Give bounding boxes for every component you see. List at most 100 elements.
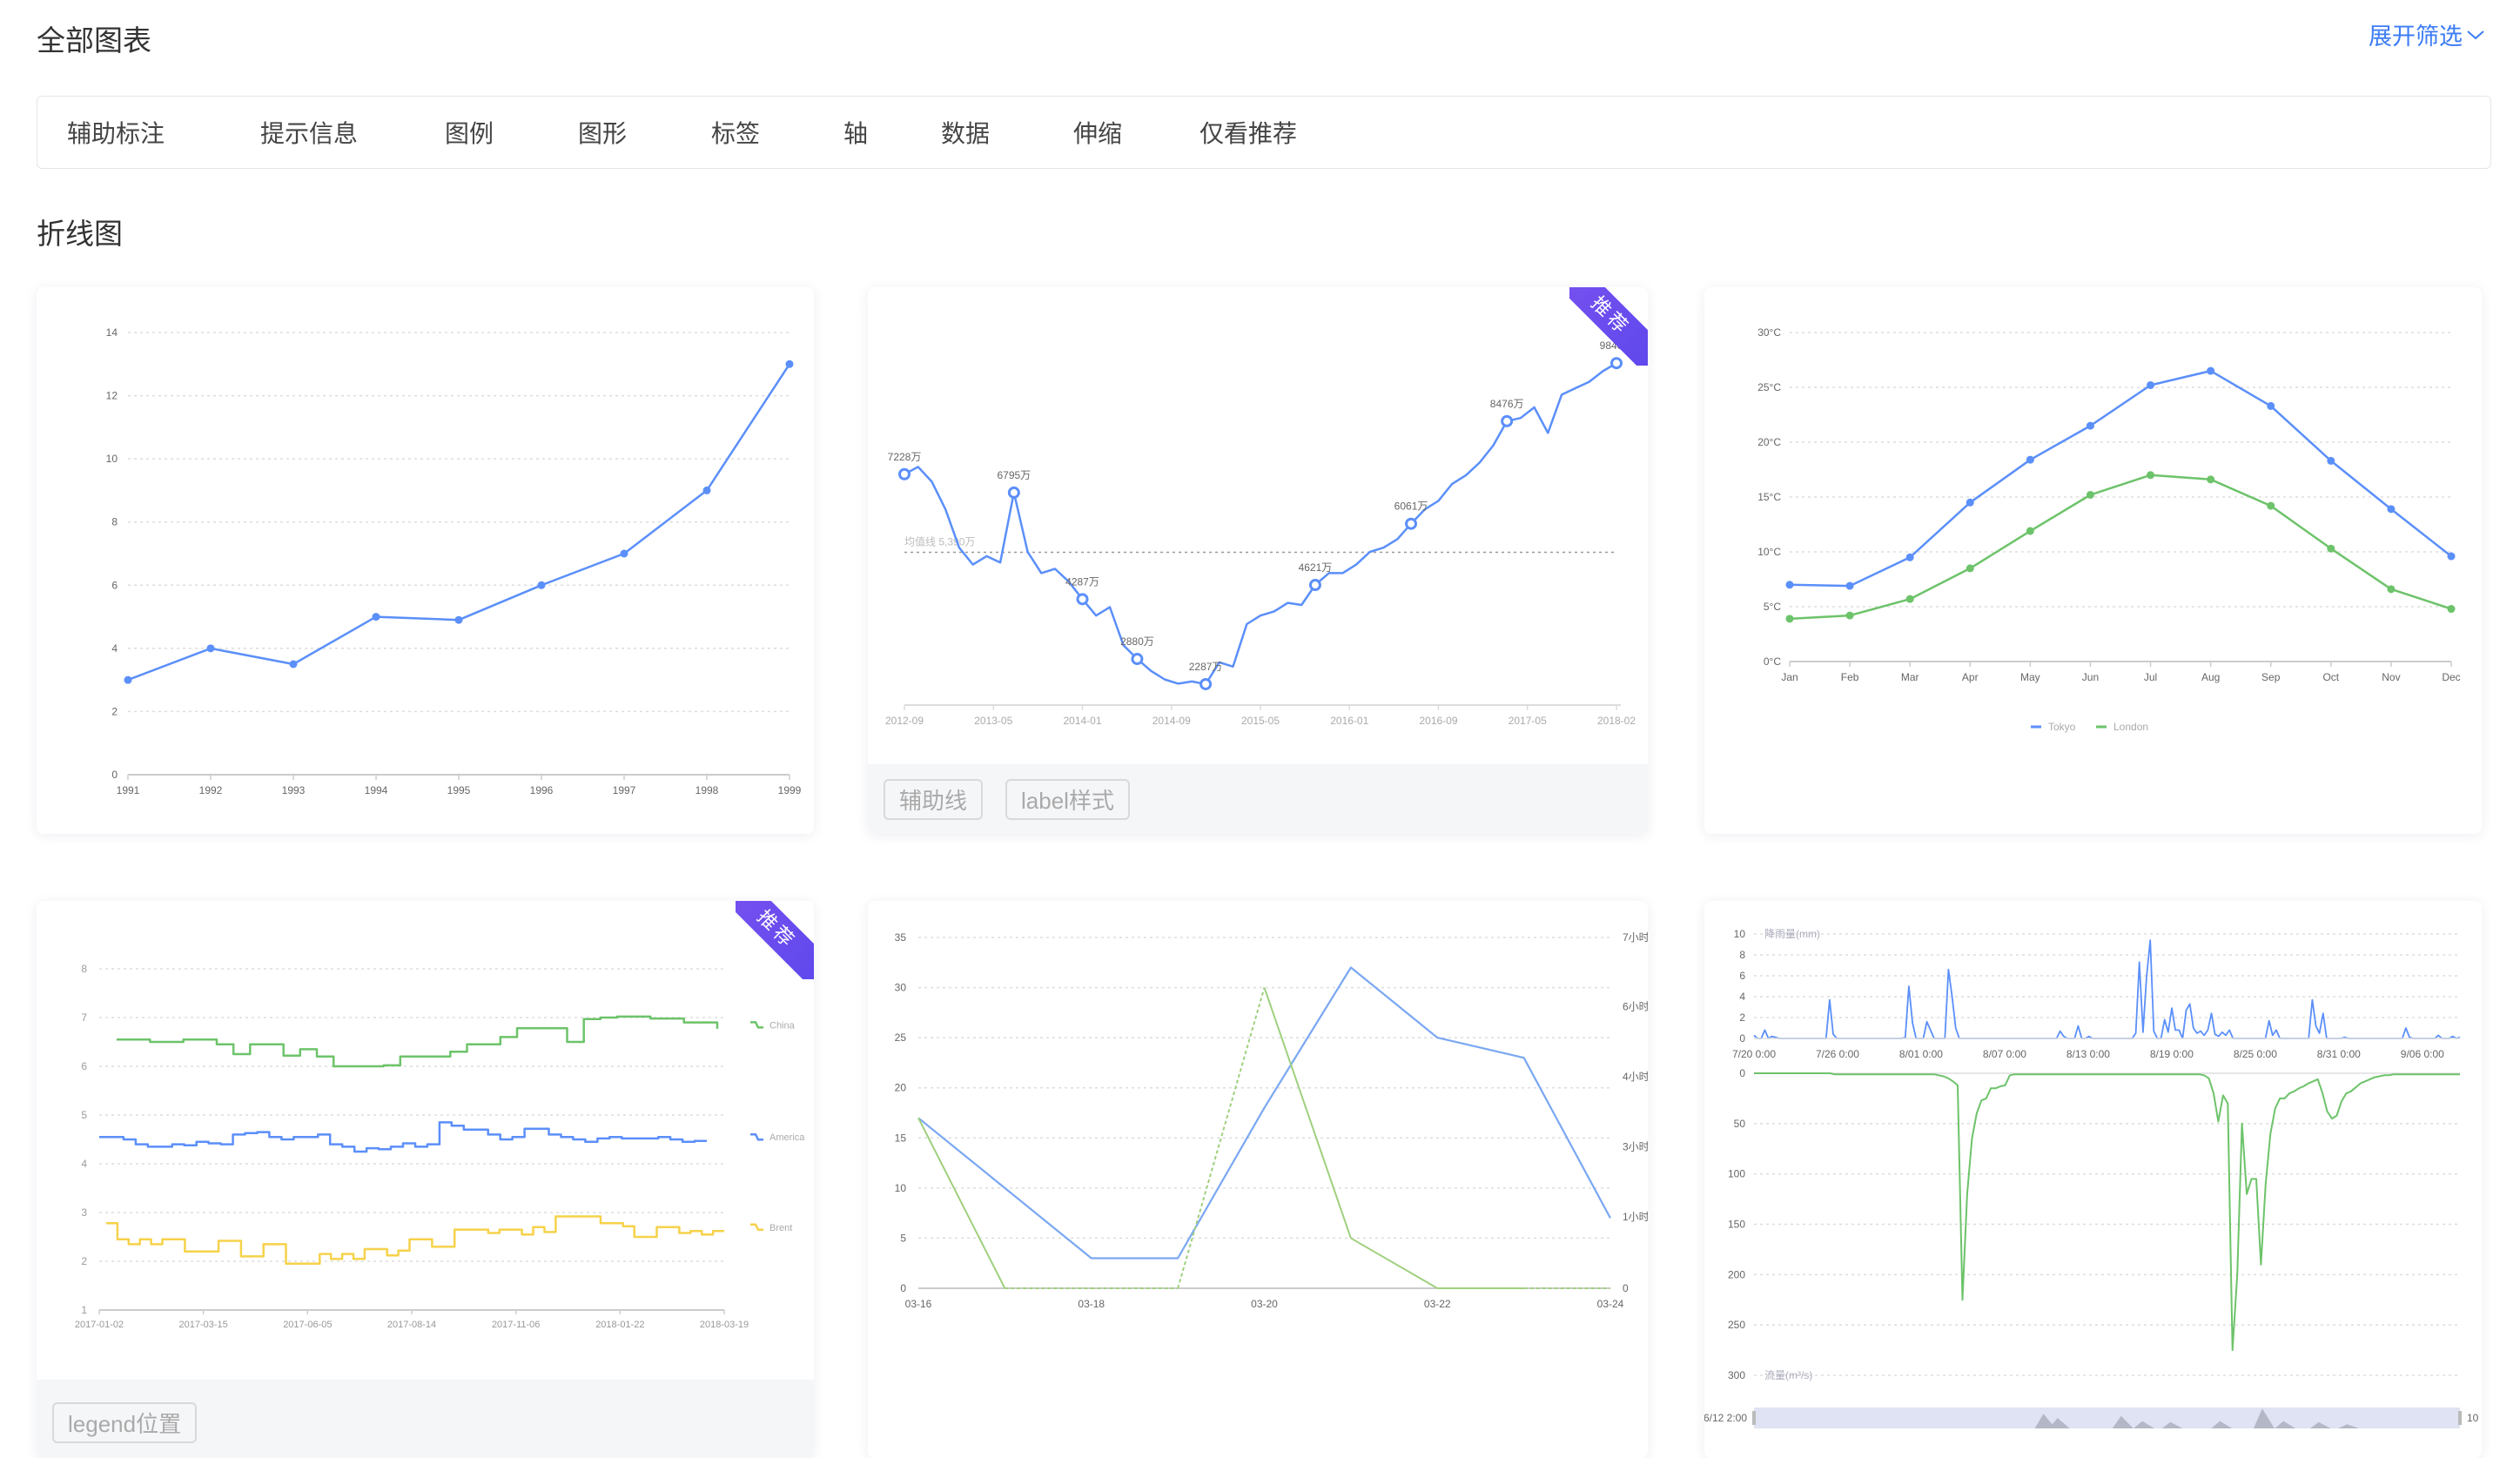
x-tick-label: Jul — [2144, 671, 2157, 683]
legend-label: Tokyo — [2048, 721, 2076, 733]
filter-shape[interactable]: 图形 — [578, 115, 711, 150]
tag-label-style[interactable]: label样式 — [1005, 778, 1130, 820]
data-label: 4621万 — [1299, 561, 1333, 574]
filter-tooltip[interactable]: 提示信息 — [260, 115, 445, 150]
y-tick-label: 1 — [81, 1304, 87, 1316]
data-point — [2267, 501, 2275, 510]
chart-card-step-line[interactable]: 1 2 3 4 5 6 7 8 2017-01-02 2017-03-15 2017-06-05 20… — [37, 901, 814, 1458]
data-point — [1845, 611, 1854, 620]
data-point — [1905, 553, 1914, 561]
zoom-slider-track — [1754, 1408, 2460, 1428]
data-point — [124, 675, 132, 684]
series-line-tokyo — [1789, 369, 2452, 588]
data-point — [289, 660, 298, 669]
filter-annotation[interactable]: 辅助标注 — [67, 115, 260, 150]
x-tick-label: 2014-01 — [1063, 715, 1101, 727]
x-tick-label: 1994 — [365, 784, 388, 796]
chart-basic-line: 0 2 4 6 8 10 12 14 1991 1992 1993 1994 1995 1996 1997 1… — [106, 326, 802, 796]
x-tick-label: 1999 — [778, 784, 802, 796]
data-label: 8476万 — [1490, 398, 1524, 410]
recommended-ribbon: 推荐 — [736, 901, 814, 979]
series-line-brent — [106, 1215, 724, 1266]
x-tick-label: 2017-05 — [1509, 715, 1547, 727]
y-tick-label: 4 — [81, 1158, 87, 1170]
x-tick-label: 9/06 0:00 — [2401, 1048, 2444, 1060]
recommended-badge: 推荐 — [1569, 287, 1648, 366]
x-tick-label: 1993 — [282, 784, 306, 796]
slider-handle-right — [2458, 1411, 2462, 1425]
y-tick-label: 8 — [111, 516, 118, 528]
slider-handle-left — [1752, 1411, 1756, 1425]
data-point — [2086, 421, 2094, 430]
x-tick-label: 2013-05 — [974, 715, 1012, 727]
data-point — [702, 486, 711, 494]
x-tick-label: Apr — [1962, 671, 1979, 683]
data-label: 4287万 — [1065, 575, 1099, 588]
data-point — [2327, 544, 2335, 553]
filter-zoom[interactable]: 伸缩 — [1073, 115, 1200, 150]
y-tick-label: 3 — [81, 1206, 87, 1219]
legend-label: Brent — [769, 1223, 792, 1233]
expand-filter-label: 展开筛选 — [2369, 24, 2463, 50]
y-tick-label-top: 4 — [1739, 991, 1745, 1003]
x-tick-label: 2017-03-15 — [179, 1320, 228, 1330]
series-segment-right — [1177, 987, 1266, 1289]
x-tick-label: 2018-02 — [1597, 715, 1636, 727]
data-point — [206, 644, 215, 653]
recommended-badge: 推荐 — [736, 901, 814, 979]
y-tick-label: 5°C — [1764, 601, 1781, 613]
y-tick-label-top: 2 — [1739, 1011, 1745, 1024]
tag-legend-position[interactable]: legend位置 — [52, 1402, 198, 1443]
filter-data[interactable]: 数据 — [941, 115, 1073, 150]
chart-card-multi-line[interactable]: 0°C 5°C 10°C 15°C 20°C 25°C 30°C Jan Feb Mar Apr Ma… — [1704, 287, 2482, 834]
x-tick-label: 03-18 — [1078, 1298, 1105, 1310]
y-tick-label-bottom: 100 — [1728, 1168, 1745, 1180]
y-tick-label-right: 7小时 — [1623, 931, 1648, 944]
y-tick-label: 20°C — [1757, 436, 1781, 448]
filter-axis[interactable]: 轴 — [843, 115, 941, 150]
filter-legend[interactable]: 图例 — [445, 115, 578, 150]
x-tick-label: 2017-01-02 — [75, 1320, 124, 1330]
x-tick-label: Jun — [2082, 671, 2099, 683]
x-tick-label: 03-20 — [1251, 1298, 1278, 1310]
data-point — [2086, 490, 2094, 499]
y-tick-label-left: 35 — [895, 931, 907, 944]
data-label: 6061万 — [1394, 501, 1428, 513]
x-tick-label: Feb — [1841, 671, 1859, 683]
chart-card-basic-line[interactable]: 0 2 4 6 8 10 12 14 1991 1992 1993 1994 1995 1996 1997 1… — [37, 287, 814, 834]
chart-multi-line: 0°C 5°C 10°C 15°C 20°C 25°C 30°C Jan Feb Mar Apr Ma… — [1757, 326, 2460, 733]
expand-filter-button[interactable]: 展开筛选 — [2369, 17, 2485, 51]
y-tick-label-top: 10 — [1734, 928, 1746, 940]
filter-label[interactable]: 标签 — [711, 115, 843, 150]
x-tick-label: 2018-01-22 — [595, 1320, 644, 1330]
filter-recommended-only[interactable]: 仅看推荐 — [1200, 115, 1297, 150]
x-tick-label: Mar — [1901, 671, 1919, 683]
x-tick-label: 8/07 0:00 — [1983, 1048, 2026, 1060]
y-tick-label: 5 — [81, 1109, 87, 1121]
card-footer: 辅助线 label样式 — [868, 764, 1648, 834]
data-point — [2207, 366, 2215, 375]
data-point — [2447, 552, 2456, 561]
tag-guide-line[interactable]: 辅助线 — [884, 778, 984, 820]
page-title: 全部图表 — [37, 24, 151, 57]
y-tick-label: 10°C — [1757, 546, 1781, 558]
y-tick-label-left: 0 — [900, 1282, 906, 1294]
chart-card-dual-axis-line[interactable]: 0 5 10 15 20 25 30 35 0 1小时 3小时 4小时 6小时 7小时 03-16 03-18… — [868, 901, 1648, 1458]
data-point — [2147, 380, 2155, 389]
data-point — [2207, 475, 2215, 484]
data-point — [372, 613, 380, 621]
filter-bar: 辅助标注 提示信息 图例 图形 标签 轴 数据 伸缩 仅看推荐 — [37, 96, 2491, 169]
average-line-label: 均值线 5,390万 — [904, 534, 975, 548]
data-point — [537, 581, 546, 589]
y-tick-label-bottom: 250 — [1728, 1319, 1745, 1331]
y-tick-label-top: 8 — [1739, 949, 1745, 961]
chart-card-rainfall-flow[interactable]: 0 2 4 6 8 10 降雨量(mm) 7/20 0:00 7/26 0:00 8/01 0:0… — [1704, 901, 2482, 1458]
x-tick-label: 7/26 0:00 — [1816, 1048, 1859, 1060]
y-tick-label: 12 — [106, 390, 118, 402]
y-tick-label-right: 1小时 — [1623, 1211, 1648, 1223]
legend-label: China — [769, 1020, 796, 1031]
chevron-down-icon — [2467, 30, 2484, 39]
data-point — [2267, 401, 2275, 410]
chart-card-labeled-line[interactable]: 2012-09 2013-05 2014-01 2014-09 2015-05 2016-… — [868, 287, 1648, 834]
x-tick-label: 2017-08-14 — [387, 1320, 436, 1330]
